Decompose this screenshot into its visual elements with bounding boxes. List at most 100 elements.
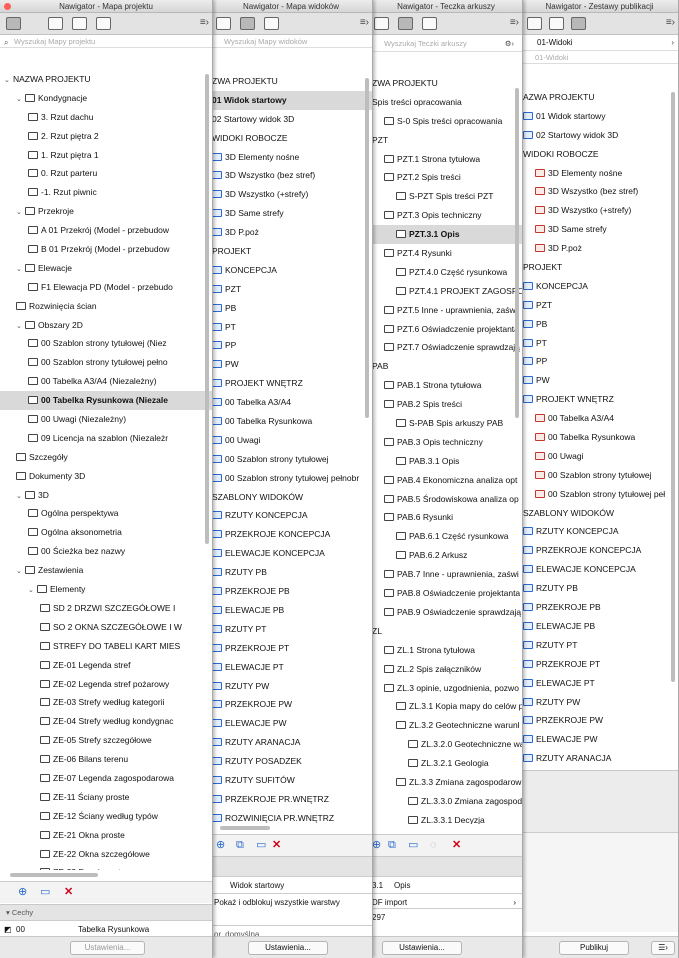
tree-item[interactable]: 00 Szablon strony tytułowej xyxy=(521,466,678,485)
menu-icon[interactable]: ≡› xyxy=(360,17,369,28)
tree-item[interactable]: PROJEKT xyxy=(521,258,678,277)
tree-item[interactable]: PAB.5 Środowiskowa analiza op xyxy=(370,490,522,509)
tree-item[interactable]: RZUTY KONCEPCJA xyxy=(521,522,678,541)
tree-item[interactable]: RZUTY PT xyxy=(521,636,678,655)
tree-item[interactable]: 3D Wszystko (+strefy) xyxy=(521,201,678,220)
tree-item[interactable]: KONCEPCJA xyxy=(210,261,372,280)
tree-item[interactable]: PAB.6.1 Część rysunkowa xyxy=(370,527,522,546)
tree-item[interactable]: ELEWACJE KONCEPCJA xyxy=(521,560,678,579)
tree-item[interactable]: PT xyxy=(521,334,678,353)
tree-item[interactable]: PZT.4 Rysunki xyxy=(370,244,522,263)
publish-button[interactable]: Publikuj xyxy=(559,941,629,955)
tree-item[interactable]: ZL.3 opinie, uzgodnienia, pozwo xyxy=(370,679,522,698)
tree-item[interactable]: KONCEPCJA xyxy=(521,277,678,296)
layout-book-tab[interactable] xyxy=(398,17,413,30)
tree-item[interactable]: PRZEKROJE PW xyxy=(521,711,678,730)
tree-item[interactable]: PROJEKT WNĘTRZ xyxy=(210,374,372,393)
tree-item[interactable]: S-PZT Spis treści PZT xyxy=(370,187,522,206)
project-map-tab[interactable] xyxy=(216,17,231,30)
tree-item[interactable]: 3. Rzut dachu xyxy=(0,108,212,127)
tree-item[interactable]: F1 Elewacja PD (Model - przebudo xyxy=(0,278,212,297)
layer-combination-field[interactable]: Pokaż i odblokuj wszystkie warstwy xyxy=(210,893,372,910)
tree-item[interactable]: Dokumenty 3D xyxy=(0,467,212,486)
tree-item[interactable]: 02 Startowy widok 3D xyxy=(210,110,372,129)
tree-item[interactable]: 00 Tabelka Rysunkowa xyxy=(210,412,372,431)
tree-item[interactable]: RZUTY SUFITÓW xyxy=(210,771,372,790)
tree-item[interactable]: PZT.3 Opis techniczny xyxy=(370,206,522,225)
tree-item[interactable]: ⌄ 3D xyxy=(0,486,212,505)
view-map-tab[interactable] xyxy=(240,17,255,30)
tree-item[interactable]: 00 Tabelka A3/A4 xyxy=(210,393,372,412)
tree-item[interactable]: 00 Szablon strony tytułowej pełno xyxy=(0,353,212,372)
tree-item[interactable]: RZUTY PW xyxy=(210,677,372,696)
disclosure-arrow-icon[interactable]: ⌄ xyxy=(16,488,25,505)
tree-item[interactable]: RZUTY PB xyxy=(210,563,372,582)
horizontal-scrollbar[interactable] xyxy=(10,873,98,877)
layout-book-tab[interactable] xyxy=(549,17,564,30)
view-map-tab[interactable] xyxy=(48,17,63,30)
tree-item[interactable]: ZE-23 Drzwi proste xyxy=(0,863,212,870)
tree-item[interactable]: PZT.4.0 Część rysunkowa xyxy=(370,263,522,282)
layout-name[interactable]: Opis xyxy=(394,877,410,893)
tree-item[interactable]: ZL.3.3.1 Decyzja xyxy=(370,811,522,824)
tree-item[interactable]: 2. Rzut piętra 2 xyxy=(0,127,212,146)
tree-item[interactable]: ZE-01 Legenda stref xyxy=(0,656,212,675)
tree-item[interactable]: PAB.3 Opis techniczny xyxy=(370,433,522,452)
tree-item[interactable]: ELEWACJE PB xyxy=(521,617,678,636)
tree-item[interactable]: 00 Uwagi (Niezależny) xyxy=(0,410,212,429)
tree-item[interactable]: ROZWINIĘCIA PR.WNĘTRZ xyxy=(210,809,372,824)
tree-item[interactable]: PRZEKROJE PT xyxy=(521,655,678,674)
properties-header[interactable] xyxy=(210,856,372,876)
tree-item[interactable]: ⌄ Obszary 2D xyxy=(0,316,212,335)
tree-item[interactable]: Ogólna perspektywa xyxy=(0,504,212,523)
tree-item[interactable]: -1. Rzut piwnic xyxy=(0,183,212,202)
tree-item[interactable]: 3D P.poż xyxy=(210,223,372,242)
add-layout-icon[interactable]: ⊕ xyxy=(372,840,381,851)
tree-item[interactable]: SZABLONY WIDOKÓW xyxy=(210,488,372,507)
tree-item[interactable]: PZT.2 Spis treści xyxy=(370,168,522,187)
tree-item[interactable]: 00 Tabelka A3/A4 xyxy=(521,409,678,428)
tree-item[interactable]: Spis treści opracowania xyxy=(370,93,522,112)
settings-button[interactable]: Ustawienia... xyxy=(382,941,462,955)
tree-item[interactable]: WIDOKI ROBOCZE xyxy=(210,129,372,148)
tree-item[interactable]: PZT.4.1 PROJEKT ZAGOSPO xyxy=(370,282,522,301)
tree-item[interactable]: ZL.2 Spis załączników xyxy=(370,660,522,679)
clone-icon[interactable]: ⧉ xyxy=(388,840,396,851)
tree-item[interactable]: S-0 Spis treści opracowania xyxy=(370,112,522,131)
folder-icon[interactable]: ▭ xyxy=(408,840,418,851)
tree-item[interactable]: ZE-11 Ściany proste xyxy=(0,788,212,807)
tree-item[interactable]: ⌄ Zestawienia xyxy=(0,561,212,580)
disclosure-arrow-icon[interactable]: ⌄ xyxy=(16,318,25,335)
tree-item[interactable]: ZWA PROJEKTU xyxy=(210,72,372,91)
tree-item[interactable]: PAB.6.2 Arkusz xyxy=(370,546,522,565)
view-map-tab[interactable] xyxy=(527,17,542,30)
tree-item[interactable]: RZUTY PW xyxy=(521,693,678,712)
tree-item[interactable]: ZE-02 Legenda stref pożarowy xyxy=(0,675,212,694)
tree-item[interactable]: 0. Rzut parteru xyxy=(0,164,212,183)
tree-item[interactable]: PZT xyxy=(210,280,372,299)
tree-item[interactable]: ZE-03 Strefy według kategorii xyxy=(0,693,212,712)
publisher-sets-tab[interactable] xyxy=(571,17,586,30)
publisher-sets-tab[interactable] xyxy=(422,17,437,30)
tree-item[interactable]: PAB.2 Spis treści xyxy=(370,395,522,414)
search-input[interactable]: Wyszukaj Mapy widoków xyxy=(210,35,372,48)
tree-item[interactable]: ZE-21 Okna proste xyxy=(0,826,212,845)
list-options-icon[interactable]: ☰› xyxy=(651,941,675,955)
tree-item[interactable]: PROJEKT xyxy=(210,242,372,261)
menu-icon[interactable]: ≡› xyxy=(510,17,519,28)
tree-item[interactable]: RZUTY PT xyxy=(210,620,372,639)
tree-item[interactable]: PAB.4 Ekonomiczna analiza opt xyxy=(370,471,522,490)
tree-item[interactable]: PZT.7 Oświadczenie sprawdzają xyxy=(370,338,522,357)
tree-item[interactable]: PAB.1 Strona tytułowa xyxy=(370,376,522,395)
project-map-tab[interactable] xyxy=(374,17,389,30)
tree-item[interactable]: 3D Elementy nośne xyxy=(210,148,372,167)
tree-item[interactable]: 1. Rzut piętra 1 xyxy=(0,146,212,165)
tree-item[interactable]: 00 Uwagi xyxy=(521,447,678,466)
tree-item[interactable]: ZL.1 Strona tytułowa xyxy=(370,641,522,660)
tree-item[interactable]: PZT.5 Inne - uprawnienia, zaświ xyxy=(370,301,522,320)
tree-item[interactable]: 00 Tabelka Rysunkowa xyxy=(521,428,678,447)
tree-item[interactable]: 3D Wszystko (bez stref) xyxy=(210,166,372,185)
tree-item[interactable]: 01 Widok startowy xyxy=(210,90,372,110)
folder-icon[interactable]: ▭ xyxy=(40,887,50,898)
settings-button[interactable]: Ustawienia... xyxy=(248,941,328,955)
